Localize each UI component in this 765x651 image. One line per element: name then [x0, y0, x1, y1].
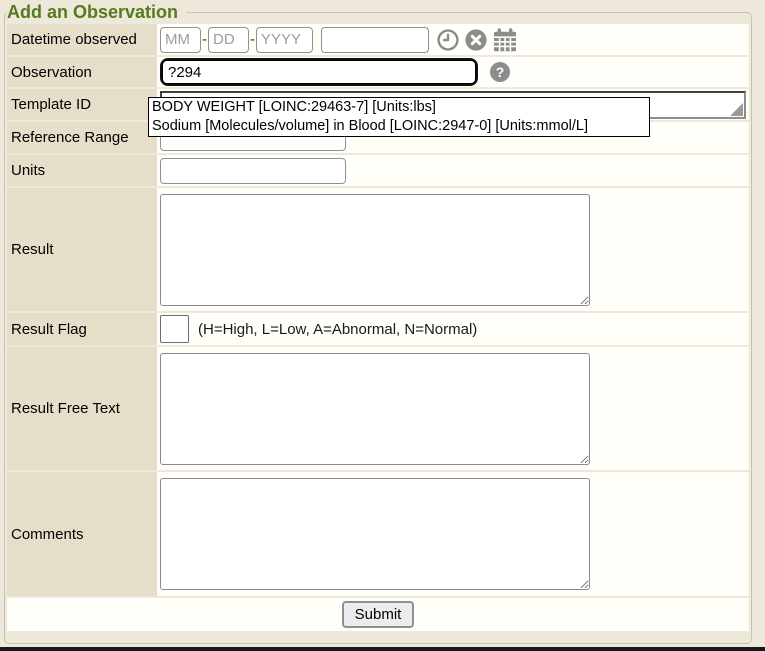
observation-field-cell: ? [157, 57, 749, 87]
observation-row: Observation ? [7, 57, 749, 87]
month-input[interactable] [160, 27, 201, 53]
observation-autocomplete-dropdown: BODY WEIGHT [LOINC:29463-7] [Units:lbs] … [148, 97, 650, 137]
clock-icon[interactable] [436, 28, 460, 52]
comments-textarea[interactable] [160, 478, 590, 590]
units-label: Units [7, 155, 157, 186]
units-row: Units [7, 155, 749, 186]
datetime-label: Datetime observed [7, 24, 157, 55]
comments-label: Comments [7, 472, 157, 596]
autocomplete-item[interactable]: Sodium [Molecules/volume] in Blood [LOIN… [149, 117, 649, 136]
calendar-icon[interactable] [492, 27, 518, 53]
result-field-cell [157, 188, 749, 311]
page-title: Add an Observation [7, 2, 186, 23]
units-input[interactable] [160, 158, 346, 184]
date-separator: - [250, 31, 255, 48]
comments-field-cell [157, 472, 749, 596]
units-field-cell [157, 155, 749, 186]
result-flag-hint: (H=High, L=Low, A=Abnormal, N=Normal) [198, 321, 477, 338]
result-flag-row: Result Flag (H=High, L=Low, A=Abnormal, … [7, 313, 749, 345]
day-input[interactable] [208, 27, 249, 53]
result-free-text-label: Result Free Text [7, 347, 157, 470]
result-label: Result [7, 188, 157, 311]
result-row: Result [7, 188, 749, 311]
datetime-row: Datetime observed - - [7, 24, 749, 55]
result-flag-input[interactable] [160, 315, 189, 343]
question-mark-icon[interactable]: ? [490, 62, 510, 82]
result-flag-field-cell: (H=High, L=Low, A=Abnormal, N=Normal) [157, 313, 749, 345]
submit-button[interactable]: Submit [342, 601, 415, 628]
comments-row: Comments [7, 472, 749, 596]
year-input[interactable] [256, 27, 313, 53]
bottom-divider-bar [0, 647, 765, 651]
result-textarea[interactable] [160, 194, 590, 306]
clear-date-icon[interactable] [464, 28, 488, 52]
result-free-text-textarea[interactable] [160, 353, 590, 465]
result-free-text-row: Result Free Text [7, 347, 749, 470]
autocomplete-item[interactable]: BODY WEIGHT [LOINC:29463-7] [Units:lbs] [149, 98, 649, 117]
template-id-label: Template ID [7, 89, 157, 120]
reference-range-label: Reference Range [7, 122, 157, 153]
result-flag-label: Result Flag [7, 313, 157, 345]
time-input[interactable] [321, 27, 429, 53]
date-separator: - [202, 31, 207, 48]
result-free-text-field-cell [157, 347, 749, 470]
observation-input[interactable] [160, 58, 478, 86]
datetime-field-cell: - - [157, 24, 749, 55]
submit-row: Submit [7, 598, 749, 631]
observation-label: Observation [7, 57, 157, 87]
